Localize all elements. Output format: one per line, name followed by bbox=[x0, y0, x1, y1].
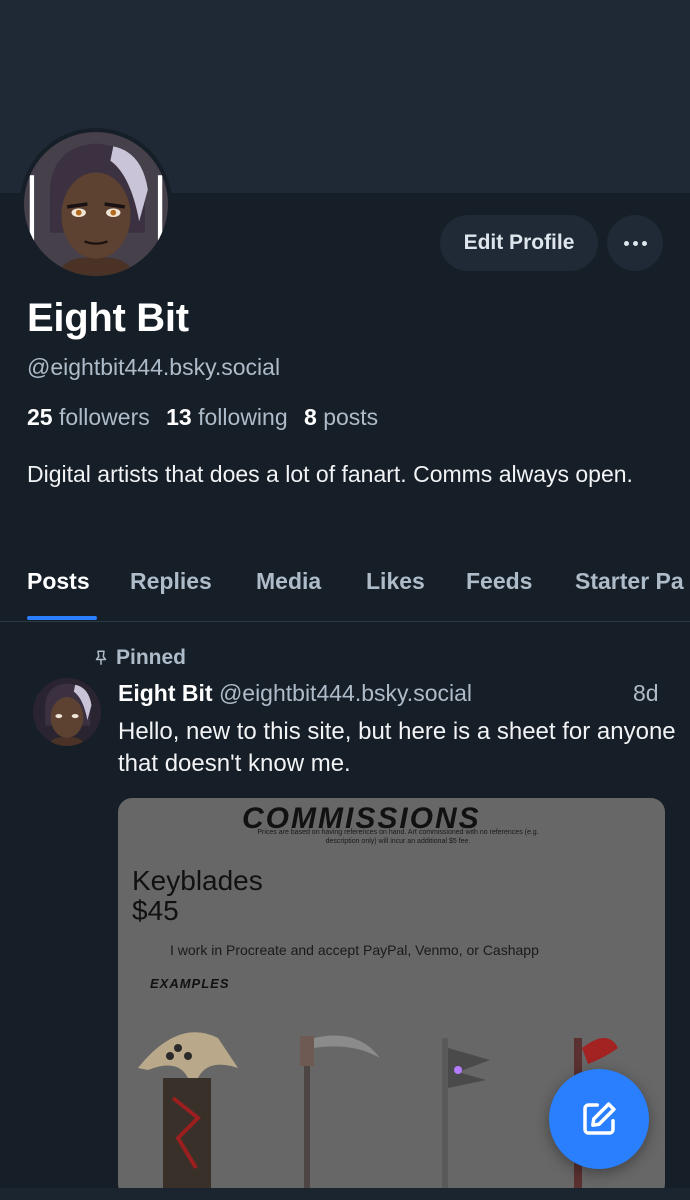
tab-replies[interactable]: Replies bbox=[130, 568, 212, 595]
profile-stats: 25 followers 13 following 8 posts bbox=[27, 404, 388, 431]
sheet-note: Prices are based on having references on… bbox=[257, 829, 539, 845]
more-options-button[interactable] bbox=[607, 215, 663, 271]
sheet-item-name: Keyblades bbox=[132, 865, 263, 896]
following-label: following bbox=[198, 404, 288, 430]
following-stat[interactable]: 13 following bbox=[166, 404, 287, 430]
sheet-examples-label: EXAMPLES bbox=[150, 976, 230, 991]
compose-button[interactable] bbox=[549, 1069, 649, 1169]
sheet-item: Keyblades $45 bbox=[132, 866, 263, 926]
followers-stat[interactable]: 25 followers bbox=[27, 404, 150, 430]
pinned-indicator: Pinned bbox=[92, 646, 186, 670]
post-author-handle[interactable]: @eightbit444.bsky.social bbox=[219, 680, 472, 706]
followers-label: followers bbox=[58, 404, 150, 430]
posts-label: posts bbox=[323, 404, 379, 430]
pinned-label: Pinned bbox=[116, 646, 187, 669]
post-header: Eight Bit @eightbit444.bsky.social bbox=[118, 680, 472, 707]
more-dot bbox=[632, 240, 638, 246]
pin-icon bbox=[95, 650, 107, 665]
tab-feeds[interactable]: Feeds bbox=[466, 568, 532, 595]
bottom-bar-edge bbox=[0, 1188, 690, 1200]
post-author-avatar[interactable] bbox=[33, 678, 101, 746]
following-count: 13 bbox=[166, 404, 192, 430]
profile-avatar[interactable] bbox=[20, 128, 172, 280]
active-tab-indicator bbox=[27, 616, 97, 620]
tab-posts[interactable]: Posts bbox=[27, 568, 90, 595]
profile-page: Edit Profile Eight Bit @eightbit444.bsky… bbox=[0, 0, 690, 1200]
tab-media[interactable]: Media bbox=[256, 568, 321, 595]
edit-profile-button[interactable]: Edit Profile bbox=[440, 215, 598, 271]
post-author-name[interactable]: Eight Bit bbox=[118, 680, 213, 706]
tab-starter-packs[interactable]: Starter Pa bbox=[575, 568, 684, 595]
profile-bio: Digital artists that does a lot of fanar… bbox=[27, 461, 633, 487]
compose-icon bbox=[583, 1102, 616, 1135]
profile-tabs: Posts Replies Media Likes Feeds Starter … bbox=[0, 560, 690, 622]
display-name: Eight Bit bbox=[27, 296, 189, 340]
posts-stat: 8 posts bbox=[304, 404, 378, 430]
sheet-tools-line: I work in Procreate and accept PayPal, V… bbox=[170, 942, 539, 958]
profile-handle: @eightbit444.bsky.social bbox=[27, 354, 281, 380]
tab-likes[interactable]: Likes bbox=[366, 568, 425, 595]
sheet-item-price: $45 bbox=[132, 895, 179, 926]
posts-count: 8 bbox=[304, 404, 317, 430]
avatar-image bbox=[33, 678, 101, 746]
more-horizontal-icon bbox=[623, 240, 629, 246]
post-text: Hello, new to this site, but here is a s… bbox=[118, 718, 676, 777]
followers-count: 25 bbox=[27, 404, 53, 430]
avatar-image bbox=[24, 132, 168, 276]
post-timestamp[interactable]: 8d bbox=[633, 680, 659, 707]
more-dot bbox=[641, 240, 647, 246]
